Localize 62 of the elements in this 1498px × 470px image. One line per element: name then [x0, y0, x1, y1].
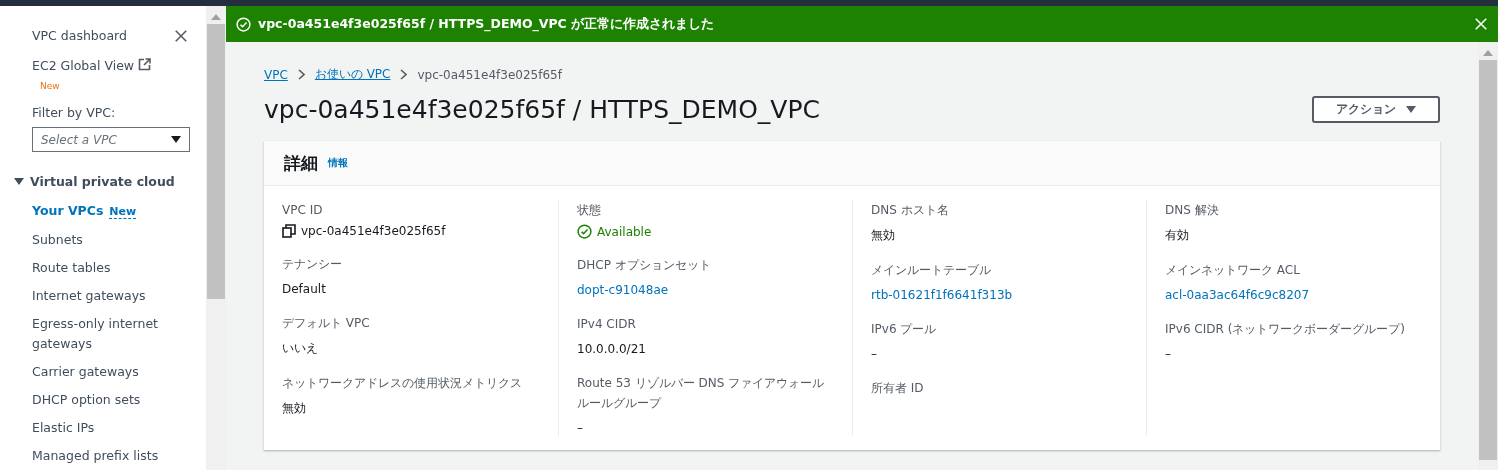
nav-item[interactable]: Internet gateways: [32, 282, 182, 310]
field-label: デフォルト VPC: [282, 315, 371, 332]
field-label: IPv4 CIDR: [577, 316, 637, 333]
field-link[interactable]: acl-0aa3ac64f6c9c8207: [1165, 288, 1310, 302]
status-value: Available: [597, 224, 652, 239]
field-value: 無効: [282, 400, 306, 417]
info-link[interactable]: 情報: [328, 156, 348, 170]
caret-icon: [171, 136, 181, 143]
field-link[interactable]: rtb-01621f1f6641f313b: [871, 288, 1013, 302]
field-label: メインネットワーク ACL: [1165, 262, 1301, 279]
filter-label: Filter by VPC:: [32, 105, 116, 120]
nav-item[interactable]: Subnets: [32, 226, 182, 254]
field-label: DNS 解決: [1165, 202, 1220, 219]
field-value: 無効: [871, 227, 895, 244]
external-link-icon: [138, 58, 152, 71]
field-label: 所有者 ID: [871, 380, 925, 397]
field-label: Route 53 リゾルバー DNS ファイアウォールルールグループ: [577, 375, 826, 412]
section-title: Virtual private cloud: [30, 174, 175, 189]
field-link[interactable]: dopt-c91048ae: [577, 283, 669, 297]
field-label: テナンシー: [282, 256, 343, 273]
nav-item[interactable]: Egress-only internet gateways: [32, 310, 182, 358]
close-icon[interactable]: [174, 28, 188, 43]
breadcrumb-link[interactable]: VPC: [264, 67, 288, 82]
chevron-right-icon: [297, 69, 305, 80]
field-value: –: [1165, 347, 1171, 361]
new-label: New: [40, 81, 60, 91]
status-label: 状態: [577, 202, 602, 219]
field-value: いいえ: [282, 340, 318, 357]
actions-button[interactable]: アクション: [1312, 96, 1440, 123]
field-label: IPv6 プール: [871, 321, 938, 338]
sidebar-link[interactable]: VPC dashboard: [32, 28, 127, 43]
field-label: IPv6 CIDR (ネットワークボーダーグループ): [1165, 321, 1406, 338]
banner-message: vpc-0a451e4f3e025f65f / HTTPS_DEMO_VPC が正常に作成されました: [258, 15, 716, 33]
page-title: vpc-0a451e4f3e025f65f / HTTPS_DEMO_VPC: [264, 95, 820, 124]
field-value: –: [871, 347, 877, 361]
nav-item[interactable]: Managed prefix lists: [32, 442, 182, 470]
field-label: ネットワークアドレスの使用状況メトリクス: [282, 375, 523, 392]
breadcrumb-link[interactable]: お使いの VPC: [314, 66, 391, 83]
field-label: VPC ID: [282, 202, 324, 219]
breadcrumb-current: vpc-0a451e4f3e025f65f: [417, 67, 562, 82]
nav-item[interactable]: Your VPCs New: [32, 197, 182, 226]
field-value: vpc-0a451e4f3e025f65f: [301, 224, 446, 238]
nav-item[interactable]: Elastic IPs: [32, 414, 182, 442]
field-value: Default: [282, 282, 326, 296]
caret-icon[interactable]: [14, 177, 24, 186]
card-title: 詳細: [284, 151, 318, 175]
chevron-right-icon: [400, 69, 408, 80]
copy-icon[interactable]: [282, 224, 296, 238]
field-value: –: [577, 421, 583, 435]
field-label: DNS ホスト名: [871, 202, 950, 219]
check-circle-icon: [236, 16, 251, 32]
field-value: 有効: [1165, 227, 1189, 244]
check-circle-icon: [577, 224, 592, 239]
vpc-select[interactable]: Select a VPC: [32, 127, 190, 152]
field-value: 10.0.0.0/21: [577, 342, 646, 356]
field-label: メインルートテーブル: [871, 262, 992, 279]
external-link[interactable]: EC2 Global View: [32, 58, 135, 73]
nav-item[interactable]: Carrier gateways: [32, 358, 182, 386]
caret-icon: [1406, 106, 1416, 113]
nav-item[interactable]: Route tables: [32, 254, 182, 282]
field-label: DHCP オプションセット: [577, 257, 712, 274]
nav-item[interactable]: DHCP option sets: [32, 386, 182, 414]
